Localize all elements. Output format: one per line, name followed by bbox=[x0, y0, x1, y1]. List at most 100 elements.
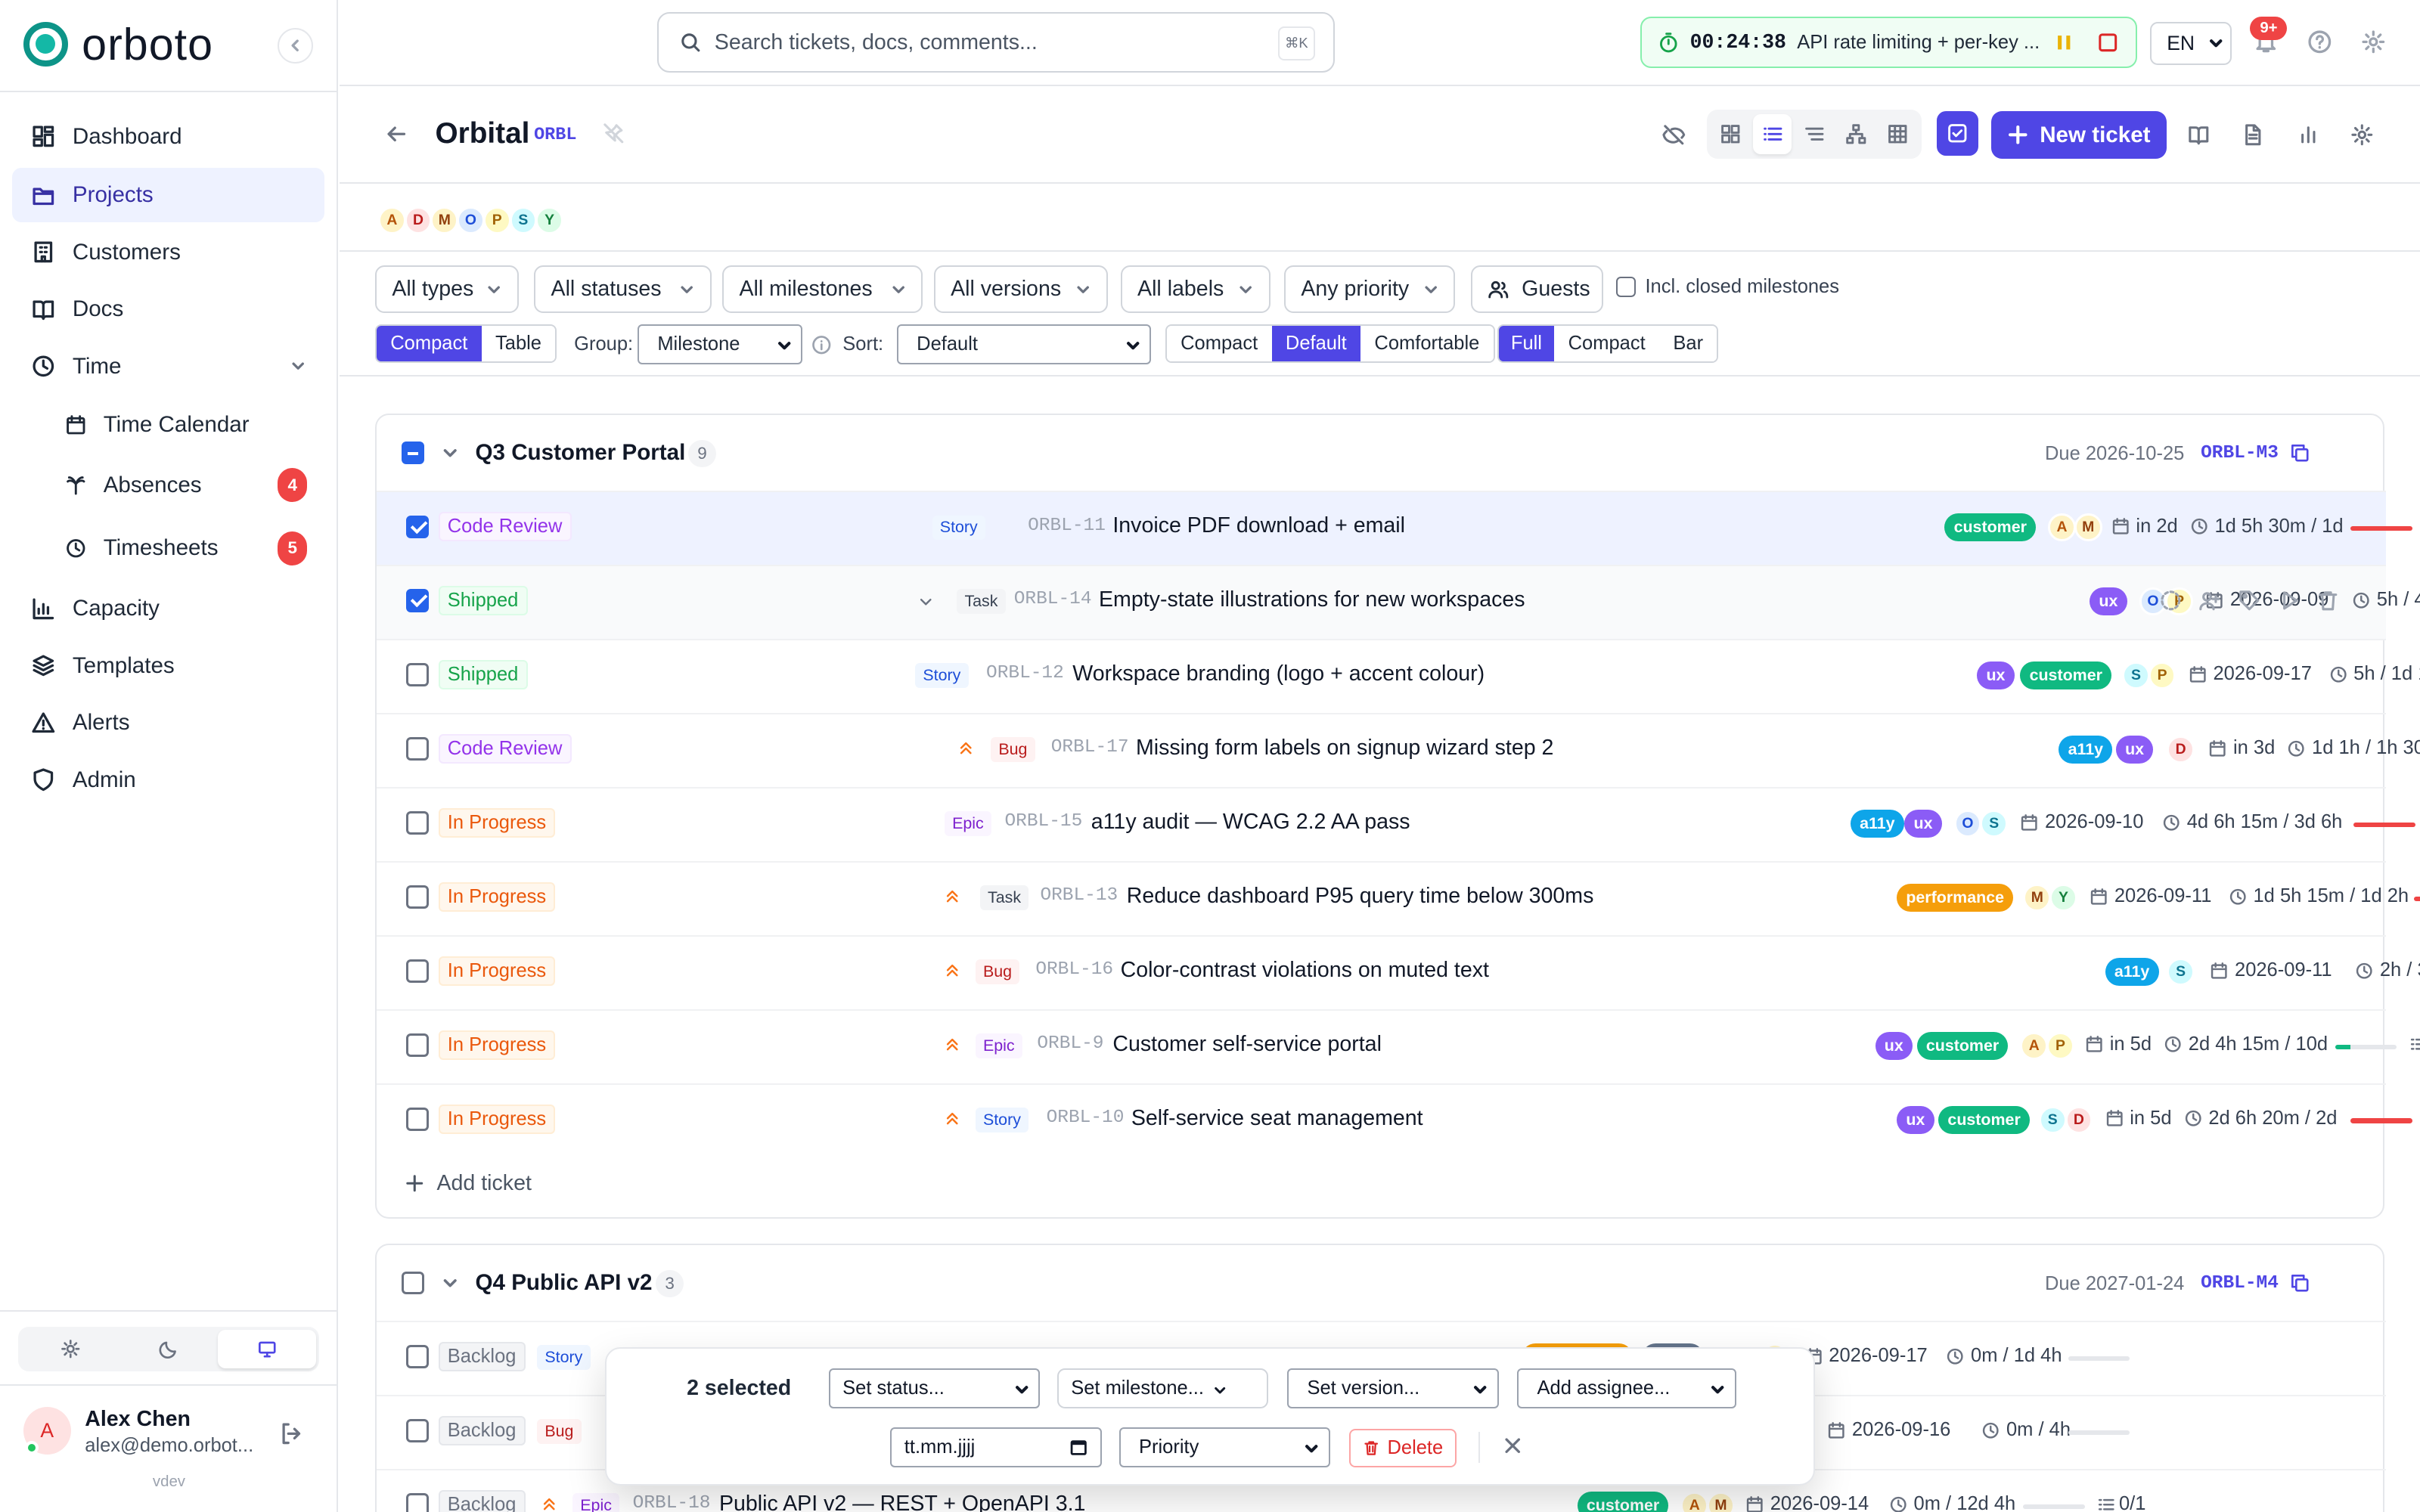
member-avatar[interactable]: O bbox=[457, 206, 485, 235]
status-badge[interactable]: In Progress bbox=[438, 882, 556, 912]
analytics-button[interactable] bbox=[2297, 123, 2320, 147]
ticket-key[interactable]: ORBL-15 bbox=[1005, 811, 1083, 832]
layout-compact-button[interactable]: Compact bbox=[376, 325, 482, 361]
ticket-select-checkbox[interactable] bbox=[405, 885, 430, 909]
set-status-select[interactable]: Set status... bbox=[828, 1368, 1041, 1409]
project-settings-button[interactable] bbox=[2350, 123, 2374, 147]
back-button[interactable] bbox=[386, 123, 408, 145]
status-badge[interactable]: Backlog bbox=[438, 1342, 526, 1372]
card-bar-button[interactable]: Bar bbox=[1659, 325, 1717, 361]
ticket-select-checkbox[interactable] bbox=[405, 737, 430, 761]
sidebar-item-timesheets[interactable]: Timesheets 5 bbox=[49, 522, 324, 575]
ticket-title[interactable]: Empty-state illustrations for new worksp… bbox=[1099, 587, 1525, 612]
add-label-button[interactable] bbox=[2238, 589, 2261, 612]
table-row[interactable]: In Progress Story ORBL-10 Self-service seat… bbox=[376, 1083, 2412, 1157]
member-avatar[interactable]: Y bbox=[535, 206, 563, 235]
sidebar-item-templates[interactable]: Templates bbox=[12, 639, 324, 692]
ticket-key[interactable]: ORBL-10 bbox=[1047, 1108, 1125, 1128]
ticket-key[interactable]: ORBL-11 bbox=[1028, 516, 1106, 536]
status-badge[interactable]: In Progress bbox=[438, 1030, 556, 1060]
theme-dark-button[interactable] bbox=[120, 1330, 219, 1368]
status-badge[interactable]: Code Review bbox=[438, 734, 572, 764]
ticket-select-checkbox[interactable] bbox=[405, 1493, 430, 1512]
assignee-avatar[interactable]: Y bbox=[2049, 884, 2077, 912]
ticket-select-checkbox[interactable] bbox=[405, 663, 430, 687]
stop-timer-button[interactable] bbox=[2098, 33, 2118, 53]
label-chip[interactable]: ux bbox=[1904, 810, 1942, 838]
version-filter[interactable]: All versions bbox=[933, 265, 1109, 314]
sidebar-item-capacity[interactable]: Capacity bbox=[12, 581, 324, 635]
ticket-title[interactable]: Customer self-service portal bbox=[1112, 1032, 1382, 1057]
logout-button[interactable] bbox=[279, 1421, 304, 1446]
priority-filter[interactable]: Any priority bbox=[1283, 265, 1456, 314]
group-select-checkbox[interactable] bbox=[401, 1271, 425, 1295]
add-ticket-button[interactable]: Add ticket bbox=[405, 1171, 532, 1196]
ticket-select-checkbox[interactable] bbox=[405, 515, 430, 539]
view-board-button[interactable] bbox=[1711, 114, 1750, 154]
table-row[interactable]: In Progress Epic ORBL-15 a11y audit — WCAG … bbox=[376, 786, 2415, 861]
sidebar-item-time-calendar[interactable]: Time Calendar bbox=[49, 398, 324, 452]
brand-logo[interactable]: orboto bbox=[23, 21, 213, 67]
add-assignee-select[interactable]: Add assignee... bbox=[1517, 1368, 1736, 1409]
status-badge[interactable]: In Progress bbox=[438, 1105, 556, 1134]
set-milestone-select[interactable]: Set milestone... bbox=[1056, 1368, 1269, 1409]
view-table-button[interactable] bbox=[1879, 114, 1917, 154]
chevron-down-icon[interactable] bbox=[442, 445, 458, 461]
settings-button[interactable] bbox=[2361, 29, 2386, 54]
label-chip[interactable]: a11y bbox=[2059, 736, 2113, 764]
ticket-key[interactable]: ORBL-12 bbox=[986, 663, 1064, 683]
label-chip[interactable]: ux bbox=[1897, 1106, 1934, 1134]
running-timer[interactable]: 00:24:38 API rate limiting + per-key ... bbox=[1640, 17, 2138, 68]
ticket-select-checkbox[interactable] bbox=[405, 1419, 430, 1443]
assignee-avatar[interactable]: P bbox=[2148, 662, 2176, 690]
assignee-avatar[interactable]: A bbox=[1680, 1492, 1709, 1512]
view-tree-button[interactable] bbox=[1837, 114, 1876, 154]
assignee-avatar[interactable]: S bbox=[2038, 1106, 2067, 1134]
assignee-avatar[interactable]: P bbox=[2046, 1032, 2074, 1060]
set-priority-select[interactable]: Priority bbox=[1118, 1427, 1331, 1467]
assignee-avatar[interactable]: D bbox=[2065, 1106, 2093, 1134]
status-circle-button[interactable] bbox=[2159, 589, 2183, 612]
label-chip[interactable]: ux bbox=[2115, 736, 2154, 764]
table-row[interactable]: Code Review Bug ORBL-17 Missing form labels… bbox=[376, 712, 2420, 787]
ticket-key[interactable]: ORBL-13 bbox=[1040, 885, 1118, 906]
search-input[interactable]: Search tickets, docs, comments... ⌘K bbox=[657, 12, 1336, 73]
ticket-key[interactable]: ORBL-17 bbox=[1051, 737, 1129, 758]
label-chip[interactable]: customer bbox=[1938, 1106, 2031, 1134]
set-version-select[interactable]: Set version... bbox=[1286, 1368, 1499, 1409]
docs-button[interactable] bbox=[2187, 123, 2211, 147]
table-row[interactable]: In Progress Task ORBL-13 Reduce dashboard P… bbox=[376, 860, 2420, 935]
card-compact-button[interactable]: Compact bbox=[1554, 325, 1660, 361]
assignee-avatar[interactable]: S bbox=[2167, 958, 2195, 986]
sidebar-item-admin[interactable]: Admin bbox=[12, 753, 324, 807]
ticket-title[interactable]: Missing form labels on signup wizard ste… bbox=[1136, 736, 1553, 761]
assignee-avatar[interactable]: O bbox=[1953, 810, 1982, 838]
table-row[interactable]: In Progress Bug ORBL-16 Color-contrast viol… bbox=[376, 934, 2420, 1009]
sidebar-item-customers[interactable]: Customers bbox=[12, 225, 324, 279]
group-header[interactable]: Q4 Public API v2 3 Due 2027-01-24 ORBL-M… bbox=[377, 1245, 2383, 1322]
info-icon[interactable] bbox=[811, 335, 832, 355]
sidebar-item-docs[interactable]: Docs bbox=[12, 282, 324, 336]
ticket-key[interactable]: ORBL-16 bbox=[1035, 959, 1113, 980]
status-badge[interactable]: Backlog bbox=[438, 1416, 526, 1446]
table-row[interactable]: Code Review Story ORBL-11 Invoice PDF downl… bbox=[376, 490, 2412, 565]
ticket-title[interactable]: Invoice PDF download + email bbox=[1112, 513, 1405, 538]
sidebar-item-dashboard[interactable]: Dashboard bbox=[12, 110, 324, 163]
label-filter[interactable]: All labels bbox=[1120, 265, 1270, 314]
theme-system-button[interactable] bbox=[218, 1330, 317, 1369]
ticket-select-checkbox[interactable] bbox=[405, 811, 430, 835]
label-chip[interactable]: a11y bbox=[1850, 810, 1904, 838]
start-timer-button[interactable] bbox=[2278, 589, 2301, 612]
label-chip[interactable]: customer bbox=[1577, 1492, 1669, 1512]
label-chip[interactable]: ux bbox=[1875, 1032, 1913, 1060]
status-badge[interactable]: Backlog bbox=[438, 1490, 526, 1512]
include-closed-milestones[interactable]: Incl. closed milestones bbox=[1615, 276, 1839, 298]
ticket-title[interactable]: Self-service seat management bbox=[1131, 1106, 1423, 1131]
ticket-select-checkbox[interactable] bbox=[405, 589, 430, 613]
density-comfortable-button[interactable]: Comfortable bbox=[1360, 325, 1494, 361]
group-select-checkbox[interactable] bbox=[401, 441, 425, 465]
assign-button[interactable] bbox=[2198, 589, 2221, 612]
card-full-button[interactable]: Full bbox=[1498, 325, 1555, 361]
table-row[interactable]: Shipped Task ORBL-14 Empty-state illustrati… bbox=[376, 564, 2420, 639]
label-chip[interactable]: ux bbox=[1977, 662, 2015, 690]
